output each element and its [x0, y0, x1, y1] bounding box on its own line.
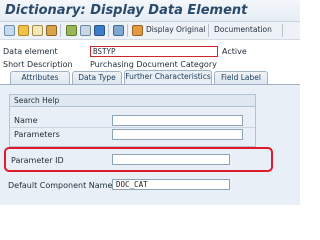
documentation-button[interactable]: Documentation [214, 25, 272, 34]
short-description-value: Purchasing Document Category [90, 60, 217, 69]
application-toolbar: Display Original Documentation [0, 22, 300, 40]
info-icon[interactable] [94, 25, 105, 36]
toolbar-separator [208, 24, 209, 37]
default-component-name-field[interactable]: DOC_CAT [112, 179, 230, 190]
transport-icon[interactable] [46, 25, 57, 36]
status-value: Active [222, 47, 247, 56]
parameter-id-highlight [4, 147, 273, 172]
default-component-name-label: Default Component Name [8, 181, 113, 190]
tab-field-label[interactable]: Field Label [214, 71, 268, 84]
data-element-field[interactable]: BSTYP [90, 46, 218, 57]
tab-further-characteristics[interactable]: Further Characteristics [124, 70, 212, 84]
row-divider [10, 127, 255, 128]
parameters-label: Parameters [14, 130, 60, 139]
toolbar-separator [282, 24, 283, 37]
other-object-icon[interactable] [4, 25, 15, 36]
display-change-icon[interactable] [18, 25, 29, 36]
toolbar-separator [108, 24, 109, 37]
toolbar-separator [127, 24, 128, 37]
parameters-field[interactable] [112, 129, 243, 140]
display-original-button[interactable]: Display Original [146, 25, 205, 34]
tab-attributes[interactable]: Attributes [10, 71, 70, 84]
name-label: Name [14, 116, 38, 125]
tab-data-type[interactable]: Data Type [72, 71, 122, 84]
window-title: Dictionary: Display Data Element [5, 3, 248, 18]
technical-settings-icon[interactable] [113, 25, 124, 36]
toolbar-separator [60, 24, 61, 37]
display-original-icon[interactable] [132, 25, 143, 36]
short-description-label: Short Description [3, 60, 73, 69]
edit-pencil-icon[interactable] [32, 25, 43, 36]
data-element-label: Data element [3, 47, 58, 56]
where-used-icon[interactable] [80, 25, 91, 36]
search-help-title: Search Help [10, 95, 255, 107]
hierarchy-icon[interactable] [66, 25, 77, 36]
title-bar: Dictionary: Display Data Element [0, 0, 300, 22]
name-field[interactable] [112, 115, 243, 126]
